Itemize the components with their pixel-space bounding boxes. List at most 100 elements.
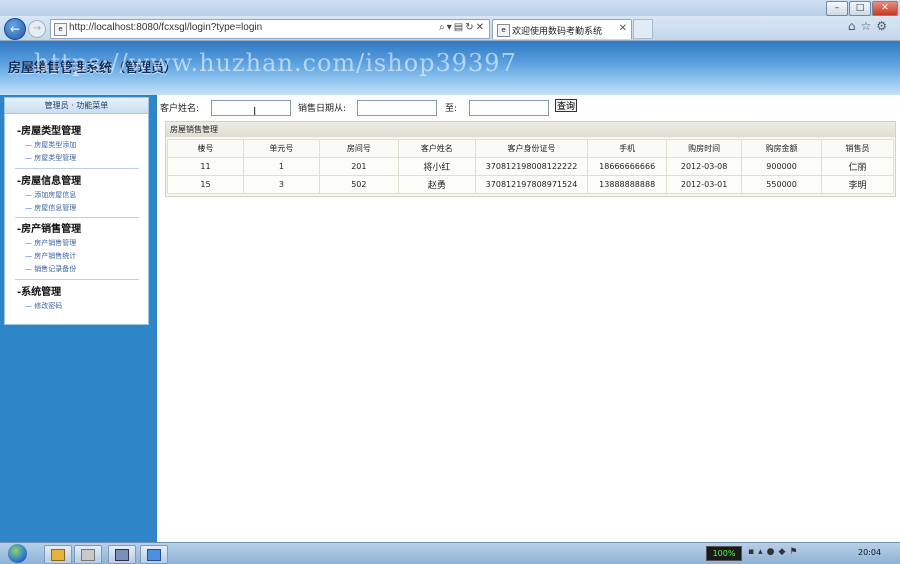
grid-caption: 房屋销售管理 bbox=[166, 122, 895, 137]
sales-grid: 房屋销售管理 楼号 单元号 房间号 客户姓名 客户身份证号 手机 购房时间 购房… bbox=[165, 121, 896, 197]
cell: 仁丽 bbox=[821, 157, 894, 176]
chevron-up-icon[interactable]: ▴ bbox=[758, 547, 767, 557]
search-icon[interactable]: ⌕ bbox=[439, 22, 447, 33]
table-header-row: 楼号 单元号 房间号 客户姓名 客户身份证号 手机 购房时间 购房金额 销售员 bbox=[167, 139, 894, 158]
tab-close-icon[interactable]: ✕ bbox=[619, 23, 627, 34]
watermark: https://www.huzhan.com/ishop39397 bbox=[34, 49, 517, 77]
cell: 550000 bbox=[741, 175, 823, 194]
menu-item-sales-manage[interactable]: — 房产销售管理 bbox=[25, 238, 76, 248]
taskbar-app-button[interactable] bbox=[108, 545, 136, 564]
stop-icon[interactable]: ✕ bbox=[476, 22, 486, 33]
new-tab-button[interactable] bbox=[633, 19, 653, 39]
browser-tab[interactable]: e 欢迎使用数码考勤系统 ✕ bbox=[492, 19, 632, 39]
arrow-left-icon: ← bbox=[9, 22, 21, 36]
back-button[interactable]: ← bbox=[4, 18, 26, 40]
col-header: 客户姓名 bbox=[397, 139, 476, 158]
home-icon[interactable]: ⌂ bbox=[848, 19, 861, 33]
taskbar-app-button[interactable] bbox=[74, 545, 102, 564]
sidebar-header: 管理员 · 功能菜单 bbox=[5, 98, 148, 114]
cell: 11 bbox=[167, 157, 244, 176]
cell: 2012-03-08 bbox=[666, 157, 743, 176]
close-window-button[interactable]: ✕ bbox=[872, 1, 898, 16]
text-cursor-icon: I bbox=[253, 105, 257, 118]
cell: 赵勇 bbox=[397, 175, 476, 194]
col-header: 购房金额 bbox=[741, 139, 823, 158]
menu-item-sales-stats[interactable]: — 房产销售统计 bbox=[25, 251, 76, 261]
cell: 李明 bbox=[821, 175, 894, 194]
battery-indicator[interactable]: 100% bbox=[706, 546, 742, 561]
cell: 15 bbox=[167, 175, 244, 194]
cell: 900000 bbox=[741, 157, 823, 176]
address-tools[interactable]: ⌕▾▤↻✕ bbox=[439, 22, 486, 33]
customer-name-label: 客户姓名: bbox=[160, 104, 200, 114]
menu-divider bbox=[15, 168, 139, 169]
menu-group-system[interactable]: -系统管理 bbox=[17, 283, 61, 298]
browser-tools: ⌂☆⚙ bbox=[848, 19, 892, 33]
date-from-input[interactable] bbox=[357, 100, 437, 116]
date-from-label: 销售日期从: bbox=[298, 104, 347, 114]
menu-group-sales[interactable]: -房产销售管理 bbox=[17, 220, 81, 235]
chevron-down-icon[interactable]: ▾ bbox=[447, 22, 454, 33]
sidebar-menu: 管理员 · 功能菜单 -房屋类型管理 — 房屋类型添加 — 房屋类型管理 -房屋… bbox=[4, 97, 149, 325]
site-header: 房屋销售管理系统（管理员） https://www.huzhan.com/ish… bbox=[0, 41, 900, 95]
antivirus-icon[interactable]: ● bbox=[767, 547, 779, 557]
cell: 1 bbox=[242, 157, 320, 176]
minimize-button[interactable]: – bbox=[826, 1, 848, 16]
menu-item-house-info-manage[interactable]: — 房屋信息管理 bbox=[25, 203, 76, 213]
col-header: 销售员 bbox=[821, 139, 894, 158]
arrow-right-icon: → bbox=[32, 23, 42, 34]
cell: 将小红 bbox=[397, 157, 476, 176]
menu-item-house-info-add[interactable]: — 添加房屋信息 bbox=[25, 190, 76, 200]
menu-item-sales-backup[interactable]: — 销售记录备份 bbox=[25, 264, 76, 274]
browser-icon bbox=[147, 549, 161, 561]
main-content: 客户姓名: 销售日期从: 至: 查询 I 房屋销售管理 楼号 单元号 房间号 客… bbox=[157, 95, 900, 542]
taskbar-explorer-button[interactable] bbox=[44, 545, 72, 564]
cell: 370812197808971524 bbox=[474, 175, 589, 194]
customer-name-input[interactable] bbox=[211, 100, 291, 116]
menu-group-house-info[interactable]: -房屋信息管理 bbox=[17, 172, 81, 187]
menu-item-house-type-manage[interactable]: — 房屋类型管理 bbox=[25, 153, 76, 163]
app-icon bbox=[115, 549, 129, 561]
table-row[interactable]: 11 1 201 将小红 370812198008122222 18666666… bbox=[167, 157, 894, 176]
col-header: 楼号 bbox=[167, 139, 244, 158]
cell: 370812198008122222 bbox=[474, 157, 589, 176]
cell: 201 bbox=[318, 157, 399, 176]
query-button[interactable]: 查询 bbox=[555, 99, 577, 112]
menu-item-change-password[interactable]: — 修改密码 bbox=[25, 301, 62, 311]
col-header: 手机 bbox=[587, 139, 668, 158]
window-titlebar: – □ ✕ bbox=[0, 0, 900, 16]
date-to-label: 至: bbox=[445, 104, 458, 114]
col-header: 房间号 bbox=[318, 139, 399, 158]
cell: 3 bbox=[242, 175, 320, 194]
taskbar-browser-button[interactable] bbox=[140, 545, 168, 564]
volume-icon[interactable]: ◆ bbox=[779, 547, 790, 557]
menu-divider bbox=[15, 217, 139, 218]
forward-button[interactable]: → bbox=[28, 20, 46, 38]
col-header: 单元号 bbox=[242, 139, 320, 158]
tab-page-icon: e bbox=[497, 24, 510, 37]
cell: 502 bbox=[318, 175, 399, 194]
refresh-icon[interactable]: ↻ bbox=[465, 22, 475, 33]
flag-icon[interactable]: ⚑ bbox=[789, 547, 801, 557]
table-row[interactable]: 15 3 502 赵勇 370812197808971524 138888888… bbox=[167, 175, 894, 194]
page-icon: e bbox=[54, 23, 67, 36]
url-text[interactable]: http://localhost:8080/fcxsgl/login?type=… bbox=[69, 22, 262, 33]
clock[interactable]: 20:04 bbox=[858, 548, 881, 557]
sales-table: 楼号 单元号 房间号 客户姓名 客户身份证号 手机 购房时间 购房金额 销售员 … bbox=[167, 139, 894, 194]
start-button[interactable] bbox=[8, 544, 27, 563]
menu-item-house-type-add[interactable]: — 房屋类型添加 bbox=[25, 140, 76, 150]
network-icon[interactable]: ▪ bbox=[748, 547, 758, 557]
system-tray: ▪▴●◆⚑ bbox=[748, 547, 802, 557]
star-icon[interactable]: ☆ bbox=[860, 19, 876, 33]
compatibility-icon[interactable]: ▤ bbox=[454, 22, 465, 33]
menu-group-house-type[interactable]: -房屋类型管理 bbox=[17, 122, 81, 137]
date-to-input[interactable] bbox=[469, 100, 549, 116]
address-bar[interactable]: e http://localhost:8080/fcxsgl/login?typ… bbox=[50, 19, 490, 39]
maximize-button[interactable]: □ bbox=[849, 1, 871, 16]
tab-title: 欢迎使用数码考勤系统 bbox=[512, 27, 603, 37]
app-icon bbox=[81, 549, 95, 561]
cell: 13888888888 bbox=[587, 175, 668, 194]
browser-navbar: ← → e http://localhost:8080/fcxsgl/login… bbox=[0, 16, 900, 41]
folder-icon bbox=[51, 549, 65, 561]
gear-icon[interactable]: ⚙ bbox=[876, 19, 892, 33]
